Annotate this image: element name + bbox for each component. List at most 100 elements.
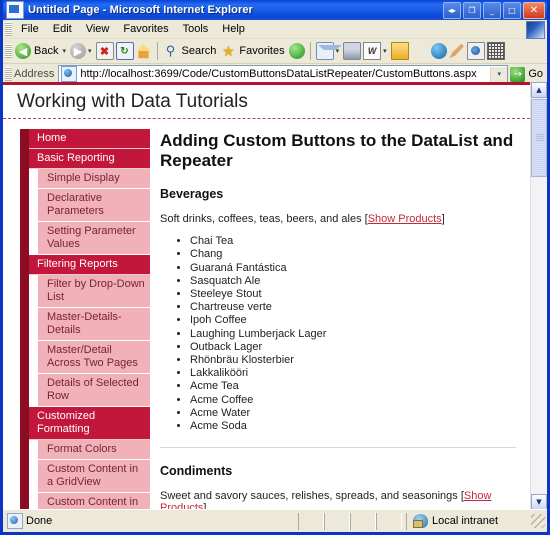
menu-file[interactable]: File — [14, 22, 46, 36]
forward-dropdown-caret-icon[interactable]: ▾ — [88, 47, 92, 55]
list-item: Lakkalikööri — [190, 367, 516, 380]
menu-favorites[interactable]: Favorites — [116, 22, 175, 36]
sidebar-item-label: Customized Formatting — [37, 410, 95, 435]
edit-dropdown-caret-icon[interactable]: ▾ — [383, 47, 387, 55]
favorites-button[interactable]: ★ Favorites — [219, 43, 287, 59]
scroll-down-button[interactable]: ▼ — [531, 494, 547, 510]
address-label: Address — [14, 68, 54, 80]
close-button[interactable]: ✕ — [523, 2, 545, 19]
toolbar-separator — [157, 42, 158, 60]
sidebar-list: Home Basic Reporting Simple Display Declara… — [20, 129, 150, 510]
menu-grip-handle[interactable] — [5, 22, 12, 36]
category-name: Beverages — [160, 187, 516, 201]
refresh-button[interactable]: ↻ — [115, 42, 135, 60]
sidebar-item-filtering-reports[interactable]: Filtering Reports — [29, 255, 150, 275]
mail-button[interactable]: ▾ — [315, 42, 343, 60]
search-button[interactable]: ⚲ Search — [162, 43, 220, 59]
list-item: Chang — [190, 248, 516, 261]
menu-tools[interactable]: Tools — [176, 22, 216, 36]
menu-edit[interactable]: Edit — [46, 22, 79, 36]
show-products-link[interactable]: Show Products — [368, 213, 442, 225]
research-button[interactable] — [466, 42, 486, 60]
edit-page-button[interactable] — [448, 43, 466, 59]
forward-button[interactable]: ▶ ▾ — [69, 43, 95, 59]
status-panel-1 — [298, 513, 324, 530]
sidebar-item-customized-formatting[interactable]: Customized Formatting — [29, 407, 150, 440]
sidebar-item-details-of-selected-row[interactable]: Details of Selected Row — [38, 374, 150, 407]
scroll-up-button[interactable]: ▲ — [531, 82, 547, 98]
status-panel-4 — [376, 513, 402, 530]
browser-window: Untitled Page - Microsoft Internet Explo… — [0, 0, 550, 535]
sidebar-item-master-details-details[interactable]: Master-Details-Details — [38, 308, 150, 341]
back-button[interactable]: ◀ Back ▾ — [14, 43, 69, 59]
minimize-button[interactable]: _ — [483, 2, 501, 19]
app-icon — [6, 1, 24, 19]
sidebar-spine — [20, 129, 29, 510]
go-button[interactable]: → Go — [510, 67, 547, 82]
globe-icon — [431, 43, 447, 59]
sidebar-item-format-colors[interactable]: Format Colors — [38, 440, 150, 460]
history-icon — [289, 43, 305, 59]
address-grip-handle[interactable] — [5, 67, 12, 81]
status-text: Done — [26, 515, 52, 527]
scrollbar-thumb[interactable] — [531, 99, 547, 177]
list-item: Chartreuse verte — [190, 301, 516, 314]
sidebar-item-custom-content-in-a-detailsview[interactable]: Custom Content in a DetailsView — [38, 493, 150, 510]
address-dropdown-caret-icon[interactable]: ▾ — [490, 67, 507, 82]
discuss-button[interactable] — [390, 42, 410, 60]
list-item: Guaraná Fantástica — [190, 262, 516, 275]
sidebar-item-simple-display[interactable]: Simple Display — [38, 169, 150, 189]
window-title: Untitled Page - Microsoft Internet Explo… — [28, 4, 253, 16]
back-arrow-icon: ◀ — [15, 43, 31, 59]
stop-button[interactable]: ✖ — [95, 42, 115, 60]
sidebar-item-declarative-parameters[interactable]: Declarative Parameters — [38, 189, 150, 222]
menu-view[interactable]: View — [79, 22, 117, 36]
page-favicon-icon — [61, 66, 77, 82]
toolbar-grip-handle[interactable] — [5, 44, 12, 58]
sidebar-item-setting-parameter-values[interactable]: Setting Parameter Values — [38, 222, 150, 255]
page-scrollbar[interactable]: ▲ ▼ — [530, 82, 547, 510]
print-button[interactable] — [342, 42, 362, 60]
go-arrow-icon: → — [510, 67, 525, 82]
restore-group-button[interactable]: ◂▸ — [443, 2, 461, 19]
messenger-button[interactable] — [430, 43, 448, 59]
sidebar-item-master-detail-across-two-pages[interactable]: Master/Detail Across Two Pages — [38, 341, 150, 374]
sidebar-item-label: Basic Reporting — [37, 152, 115, 164]
back-dropdown-caret-icon[interactable]: ▾ — [62, 47, 66, 55]
maximize-button[interactable]: □ — [503, 2, 521, 19]
menu-help[interactable]: Help — [215, 22, 252, 36]
page-viewport: Working with Data Tutorials Home Basic Re… — [3, 82, 547, 510]
search-icon: ⚲ — [163, 43, 179, 59]
address-input[interactable]: http://localhost:3699/Code/CustomButtons… — [58, 65, 508, 84]
category-list: Beverages Soft drinks, coffees, teas, bee… — [160, 187, 516, 510]
sidebar-item-basic-reporting[interactable]: Basic Reporting — [29, 149, 150, 169]
category-description: Sweet and savory sauces, relishes, sprea… — [160, 490, 516, 510]
sidebar-item-custom-content-in-a-gridview[interactable]: Custom Content in a GridView — [38, 460, 150, 493]
resize-grip[interactable] — [531, 514, 545, 528]
sidebar-item-label: Master-Details-Details — [47, 311, 122, 336]
list-item: Acme Coffee — [190, 394, 516, 407]
category-block: CondimentsSweet and savory sauces, relis… — [160, 464, 516, 510]
search-label: Search — [182, 45, 217, 57]
stop-icon: ✖ — [96, 42, 114, 60]
sidebar-item-label: Format Colors — [47, 443, 117, 455]
refresh-icon: ↻ — [116, 42, 134, 60]
edit-word-button[interactable]: W ▾ — [362, 42, 390, 60]
history-button[interactable] — [288, 43, 306, 59]
sidebar-item-home[interactable]: Home — [29, 129, 150, 149]
site-title: Working with Data Tutorials — [17, 91, 520, 113]
home-button[interactable] — [135, 43, 153, 59]
group-button[interactable]: ❐ — [463, 2, 481, 19]
local-intranet-icon — [413, 514, 428, 528]
list-item: Outback Lager — [190, 341, 516, 354]
site-header: Working with Data Tutorials — [3, 85, 530, 119]
title-bar: Untitled Page - Microsoft Internet Explo… — [3, 0, 547, 20]
category-description-text: Soft drinks, coffees, teas, beers, and a… — [160, 213, 362, 225]
folder-icon — [391, 42, 409, 60]
sidebar-item-filter-by-drop-down-list[interactable]: Filter by Drop-Down List — [38, 275, 150, 308]
web-page: Working with Data Tutorials Home Basic Re… — [3, 82, 530, 510]
sidebar-item-label: Declarative Parameters — [47, 192, 104, 217]
security-zone[interactable]: Local intranet — [406, 513, 531, 530]
grid-button[interactable] — [486, 42, 506, 60]
grid-icon — [487, 42, 505, 60]
